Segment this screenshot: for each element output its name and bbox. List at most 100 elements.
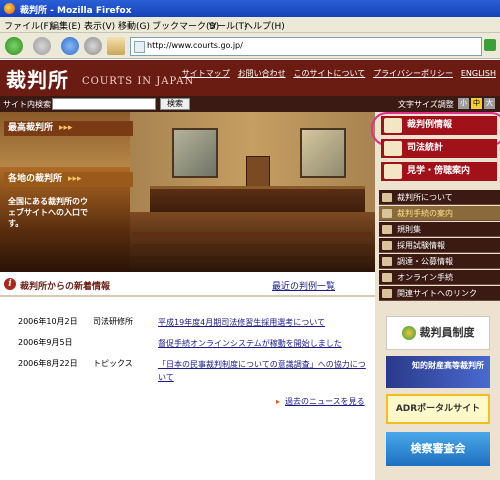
news-row: 2006年9月5日 督促手続オンラインシステムが稼動を開始しました xyxy=(0,337,375,351)
sidebar-item-label: 裁判所について xyxy=(397,193,453,202)
person-icon xyxy=(382,193,392,202)
local-courts-link[interactable]: 各地の裁判所 ▸▸▸ xyxy=(4,172,133,187)
sidebar-item-recruitment[interactable]: 採用試験情報 xyxy=(379,238,500,253)
lay-judge-logo-icon xyxy=(401,326,416,340)
tour-and-hearing-guide-button[interactable]: 見学・傍聴案内 xyxy=(381,162,497,181)
past-news-label: 過去のニュースを見る xyxy=(285,397,365,406)
news-date: 2006年8月22日 xyxy=(18,359,78,368)
building-icon xyxy=(382,257,392,266)
ip-high-court-label: 知的財産高等裁判所 xyxy=(412,361,484,370)
local-courts-label: 各地の裁判所 xyxy=(8,174,63,184)
inquest-committee-banner[interactable]: 検察審査会 xyxy=(386,432,490,466)
menu-tools[interactable]: ツール(T) xyxy=(208,19,248,32)
scissors-icon xyxy=(382,225,392,234)
back-arrow-icon[interactable] xyxy=(5,37,23,55)
menu-edit[interactable]: 編集(E) xyxy=(50,19,81,32)
document-icon xyxy=(382,209,392,218)
link-english[interactable]: ENGLISH xyxy=(461,69,496,78)
sidebar-item-label: オンライン手続 xyxy=(397,273,453,282)
judicial-statistics-button[interactable]: 司法統計 xyxy=(381,139,497,158)
judges-bench xyxy=(150,186,365,215)
search-button[interactable]: 検索 xyxy=(160,98,190,110)
sidebar-item-label: 関連サイトへのリンク xyxy=(397,289,477,298)
recent-cases-link[interactable]: 最近の判例一覧 xyxy=(272,279,335,292)
site-logo[interactable]: 裁判所 xyxy=(6,64,69,93)
hero-courtroom-image: 最高裁判所 ▸▸▸ 各地の裁判所 ▸▸▸ 全国にある裁判所のウェブサイトへの入口です… xyxy=(0,112,375,272)
supreme-court-label: 最高裁判所 xyxy=(8,123,54,133)
go-icon[interactable] xyxy=(484,39,496,51)
news-title-link[interactable]: 「日本の民事裁判制度についての意識調査」への協力について xyxy=(158,358,370,384)
news-header: i 裁判所からの新着情報 最近の判例一覧 xyxy=(0,276,375,294)
sidebar-item-label: 裁判手続の案内 xyxy=(397,209,453,218)
globe-icon xyxy=(382,273,392,282)
link-sitemap[interactable]: サイトマップ xyxy=(182,69,230,78)
stop-icon[interactable] xyxy=(84,37,102,55)
lay-judge-system-banner[interactable]: 裁判員制度 xyxy=(386,316,490,350)
sidebar-item-procurement[interactable]: 調達・公募情報 xyxy=(379,254,500,269)
news-row: 2006年8月22日 トピックス 「日本の民事裁判制度についての意識調査」への協… xyxy=(0,358,375,386)
info-icon: i xyxy=(4,278,16,290)
sidebar-item-rules[interactable]: 規則集 xyxy=(379,222,500,237)
tapestry-left xyxy=(172,128,218,178)
sidebar-item-label: 調達・公募情報 xyxy=(397,257,453,266)
menu-go[interactable]: 移動(G) xyxy=(118,19,150,32)
link-contact[interactable]: お問い合わせ xyxy=(238,69,286,78)
sidebar-item-related-sites[interactable]: 関連サイトへのリンク xyxy=(379,286,500,301)
window-titlebar: 裁判所 - Mozilla Firefox xyxy=(0,0,500,17)
judicial-statistics-label: 司法統計 xyxy=(407,143,444,153)
address-bar[interactable]: http://www.courts.go.jp/ xyxy=(130,37,482,56)
bar-chart-icon xyxy=(384,141,402,156)
menu-help[interactable]: ヘルプ(H) xyxy=(244,19,285,32)
menu-file[interactable]: ファイル(F) xyxy=(4,19,52,32)
top-links: サイトマップ お問い合わせ このサイトについて プライバシーポリシー ENGLI… xyxy=(177,68,496,79)
menu-bar: ファイル(F) 編集(E) 表示(V) 移動(G) ブックマーク(B) ツール(… xyxy=(0,17,500,33)
news-date: 2006年9月5日 xyxy=(18,338,73,347)
link-about-site[interactable]: このサイトについて xyxy=(293,69,365,78)
news-row: 2006年10月2日 司法研修所 平成19年度4月期司法修習生採用選考について xyxy=(0,316,375,330)
firefox-icon xyxy=(4,3,15,14)
news-date: 2006年10月2日 xyxy=(18,317,78,326)
adr-portal-label: ADRポータルサイト xyxy=(395,404,481,414)
case-law-button[interactable]: 裁判例情報 xyxy=(371,112,500,146)
ip-high-court-banner[interactable]: 知的財産高等裁判所 xyxy=(386,356,490,388)
news-title-link[interactable]: 督促手続オンラインシステムが稼動を開始しました xyxy=(158,337,342,350)
sidebar-item-label: 規則集 xyxy=(397,225,421,234)
courtroom-seats xyxy=(132,232,372,238)
sidebar-item-online-procedures[interactable]: オンライン手続 xyxy=(379,270,500,285)
menu-view[interactable]: 表示(V) xyxy=(84,19,115,32)
news-category: 司法研修所 xyxy=(93,317,133,326)
sidebar-item-procedures[interactable]: 裁判手続の案内 xyxy=(379,206,500,221)
people-icon xyxy=(384,164,402,179)
link-icon xyxy=(382,289,392,298)
link-privacy-policy[interactable]: プライバシーポリシー xyxy=(373,69,453,78)
site-header: 裁判所 COURTS IN JAPAN サイトマップ お問い合わせ このサイトに… xyxy=(0,60,500,96)
tapestry-right xyxy=(300,128,346,178)
font-size-small-button[interactable]: 小 xyxy=(458,98,469,109)
font-size-label: 文字サイズ調整 xyxy=(398,100,454,109)
sidebar-item-label: 採用試験情報 xyxy=(397,241,445,250)
tour-and-hearing-guide-label: 見学・傍聴案内 xyxy=(407,166,471,176)
past-news-link[interactable]: ▸ 過去のニュースを見る xyxy=(276,396,365,407)
sidebar-item-about-courts[interactable]: 裁判所について xyxy=(379,190,500,205)
home-icon[interactable] xyxy=(107,37,125,55)
window-title: 裁判所 - Mozilla Firefox xyxy=(20,6,132,16)
forward-arrow-icon[interactable] xyxy=(33,37,51,55)
courtroom-floor xyxy=(130,212,375,272)
reload-icon[interactable] xyxy=(61,37,79,55)
search-input[interactable] xyxy=(52,98,156,110)
search-bar: サイト内検索 検索 文字サイズ調整 小 中 大 xyxy=(0,96,500,112)
news-title-link[interactable]: 平成19年度4月期司法修習生採用選考について xyxy=(158,316,325,329)
supreme-court-link[interactable]: 最高裁判所 ▸▸▸ xyxy=(4,121,133,136)
person-icon xyxy=(382,241,392,250)
adr-portal-banner[interactable]: ADRポータルサイト xyxy=(386,394,490,424)
search-label: サイト内検索 xyxy=(3,100,51,109)
courtroom-door xyxy=(246,156,270,190)
address-url: http://www.courts.go.jp/ xyxy=(147,41,243,50)
page-icon xyxy=(134,41,145,53)
navigation-toolbar: http://www.courts.go.jp/ xyxy=(0,33,500,59)
font-size-large-button[interactable]: 大 xyxy=(484,98,495,109)
font-size-medium-button[interactable]: 中 xyxy=(471,98,482,109)
lay-judge-system-label: 裁判員制度 xyxy=(419,326,475,339)
right-sidebar: 裁判例情報 司法統計 見学・傍聴案内 裁判所について 裁判手続の案内 規則集 採… xyxy=(371,112,500,480)
arrow-icon: ▸▸▸ xyxy=(59,123,73,133)
